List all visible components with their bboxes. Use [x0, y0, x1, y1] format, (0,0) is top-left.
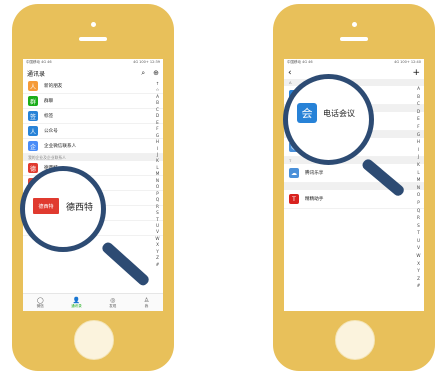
list-item[interactable]: T 精精助手: [284, 190, 424, 209]
add-button[interactable]: +: [412, 68, 420, 78]
index-letter[interactable]: #: [156, 262, 160, 268]
status-right: 4G 100+ 12:39: [133, 60, 160, 64]
index-letter[interactable]: M: [417, 176, 421, 184]
index-letter[interactable]: I: [418, 146, 419, 154]
index-letter[interactable]: A: [417, 85, 420, 93]
index-letter[interactable]: X: [417, 260, 420, 268]
app-header: ‹ +: [284, 67, 424, 79]
list-item[interactable]: 人 新的朋友: [23, 79, 163, 94]
page-title: 通讯录: [27, 70, 46, 78]
contacts-tab-icon: 👤: [72, 296, 81, 304]
dexite-logo-icon: 德: [28, 163, 38, 173]
index-letter[interactable]: D: [417, 108, 420, 116]
contacts-header: 通讯录 ⌕ ⊕: [23, 67, 163, 79]
wecom-contacts-icon: 企: [28, 141, 38, 151]
list-item-label: 企业微信联系人: [44, 144, 77, 149]
tab-label: 通讯录: [71, 303, 82, 308]
index-letter[interactable]: H: [417, 138, 420, 146]
list-item-label: 公众号: [44, 129, 58, 134]
list-item-label: 群聊: [44, 99, 54, 104]
index-letter[interactable]: V: [417, 244, 420, 252]
list-item-label: 新的朋友: [44, 84, 63, 89]
index-letter[interactable]: T: [417, 229, 420, 237]
add-circle-icon[interactable]: ⊕: [153, 69, 159, 78]
magnifier-lens: 德西特 德西特: [20, 166, 106, 252]
alphabet-index[interactable]: ↑ ☆ A B C D E F G H I J K L M N O P Q R S T U V W X Y Z #: [154, 81, 161, 268]
group-chat-icon: 群: [28, 96, 38, 106]
index-letter[interactable]: #: [417, 282, 421, 290]
index-letter[interactable]: C: [417, 100, 420, 108]
status-left: 中国移动 4G 46: [287, 60, 313, 64]
search-icon[interactable]: ⌕: [141, 69, 145, 78]
index-letter[interactable]: J: [418, 153, 419, 161]
magnified-label: 电话会议: [323, 108, 355, 118]
list-item-label: 腾讯乐享: [305, 171, 324, 176]
index-letter[interactable]: P: [417, 199, 420, 207]
earpiece-speaker: [79, 37, 107, 41]
tab-label: 我: [144, 303, 149, 308]
list-item[interactable]: 群 群聊: [23, 94, 163, 109]
jingjing-helper-icon: T: [289, 194, 299, 204]
index-letter[interactable]: W: [416, 252, 420, 260]
list-item[interactable]: 签 标签: [23, 109, 163, 124]
back-button[interactable]: ‹: [288, 68, 292, 78]
home-button[interactable]: [335, 320, 375, 360]
conference-call-icon: 会: [297, 103, 317, 123]
list-item-label: 精精助手: [305, 197, 324, 202]
list-item[interactable]: 人 公众号: [23, 124, 163, 139]
magnified-app: 会 电话会议: [297, 103, 355, 123]
index-letter[interactable]: S: [417, 222, 420, 230]
index-letter[interactable]: N: [417, 184, 420, 192]
list-item[interactable]: ☁ 腾讯乐享: [284, 164, 424, 183]
front-camera: [90, 22, 96, 27]
tab-bar: ◯ 微信 👤 通讯录 ◎ 发现 ♙ 我: [23, 293, 163, 311]
index-letter[interactable]: O: [417, 191, 420, 199]
tab-2[interactable]: ◎ 发现: [109, 297, 116, 309]
index-letter[interactable]: L: [417, 169, 419, 177]
official-account-icon: 人: [28, 126, 38, 136]
index-letter[interactable]: E: [417, 115, 420, 123]
discover-tab-icon: ◎: [110, 296, 116, 304]
index-letter[interactable]: U: [417, 237, 420, 245]
tab-0[interactable]: ◯ 微信: [37, 297, 44, 309]
home-button[interactable]: [74, 320, 114, 360]
magnifier-lens: 会 电话会议: [283, 74, 374, 165]
index-letter[interactable]: R: [417, 214, 420, 222]
tab-label: 微信: [36, 303, 44, 308]
status-left: 中国移动 4G 46: [26, 60, 52, 64]
tab-label: 发现: [109, 303, 117, 308]
index-letter[interactable]: G: [417, 131, 420, 139]
status-bar: 中国移动 4G 46 4G 100+ 12:40: [284, 59, 424, 67]
alphabet-index[interactable]: A B C D E F G H I J K L M N O P Q R S T U V W X Y Z #: [415, 85, 422, 290]
status-bar: 中国移动 4G 46 4G 100+ 12:39: [23, 59, 163, 67]
index-letter[interactable]: Y: [417, 267, 420, 275]
front-camera: [351, 22, 357, 27]
tab-1[interactable]: 👤 通讯录: [71, 297, 82, 309]
tag-icon: 签: [28, 111, 38, 121]
new-friends-icon: 人: [28, 81, 38, 91]
tencent-lexiang-icon: ☁: [289, 168, 299, 178]
index-letter[interactable]: B: [417, 93, 420, 101]
list-item-label: 标签: [44, 114, 54, 119]
chat-tab-icon: ◯: [36, 296, 44, 304]
tab-3[interactable]: ♙ 我: [144, 297, 149, 309]
section-header: 我的企业及企业联系人: [23, 154, 163, 161]
index-letter[interactable]: F: [417, 123, 419, 131]
dexite-logo-icon: 德西特: [33, 198, 59, 214]
earpiece-speaker: [340, 37, 368, 41]
magnified-contact: 德西特 德西特: [33, 198, 93, 214]
index-letter[interactable]: Q: [417, 207, 420, 215]
right-phone: 中国移动 4G 46 4G 100+ 12:40 ‹ + A会电话会议H会会议助…: [273, 4, 435, 371]
me-tab-icon: ♙: [143, 296, 150, 304]
status-right: 4G 100+ 12:40: [394, 60, 421, 64]
list-item[interactable]: 企 企业微信联系人: [23, 139, 163, 154]
magnified-label: 德西特: [66, 202, 94, 213]
index-letter[interactable]: Z: [417, 275, 420, 283]
index-letter[interactable]: K: [417, 161, 420, 169]
